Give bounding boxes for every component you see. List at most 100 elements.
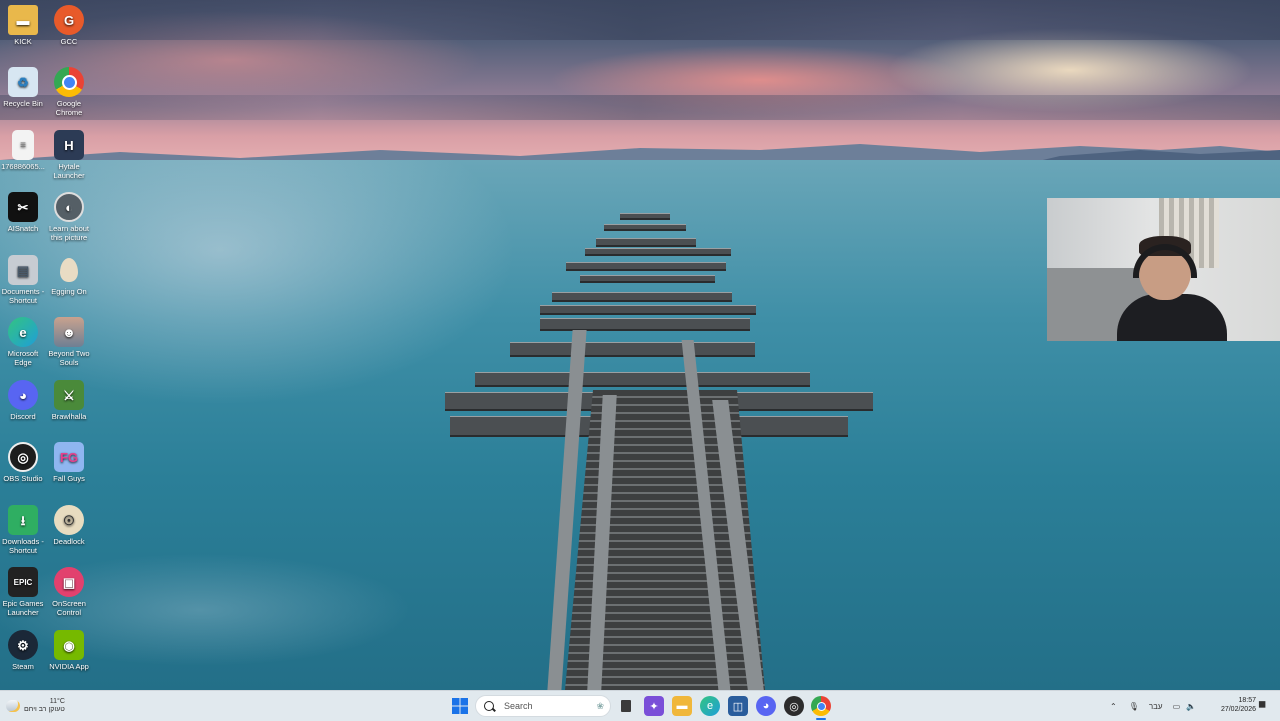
desktop-icon-label: Discord: [10, 412, 36, 421]
desktop-icon-label: Microsoft Edge: [7, 349, 39, 367]
brawlhalla-icon: ⚔: [54, 380, 84, 410]
system-tray: ⌃ 🎙 עבר ▭ 🔈: [1110, 691, 1196, 721]
desktop-icon-learn-about-this-picture[interactable]: ◐ Learn about this picture: [46, 192, 92, 242]
desktop-icon-label: Brawlhalla: [51, 412, 87, 421]
desktop-icon-label: Steam: [12, 662, 34, 671]
desktop-icon-onscreen-control[interactable]: ▣ OnScreen Control: [46, 567, 92, 617]
windows-start-icon: [452, 698, 468, 714]
network-icon[interactable]: ▭: [1173, 702, 1181, 711]
edge-icon: e: [706, 700, 714, 712]
obs-taskbar-button[interactable]: ◎: [784, 696, 804, 716]
desktop-icon-epic-games-launcher[interactable]: EPIC Epic Games Launcher: [0, 567, 46, 617]
notification-bell-icon[interactable]: ◼: [1258, 699, 1266, 710]
desktop-icon-deadlock[interactable]: ☉ Deadlock: [46, 505, 92, 546]
chrome-icon: [54, 67, 84, 97]
task-view-icon: [621, 700, 631, 712]
desktop-icon-brawlhalla[interactable]: ⚔ Brawlhalla: [46, 380, 92, 421]
desktop-icon-label: Hytale Launcher: [53, 162, 85, 180]
taskbar: 11°C טעוקן רב ויחם Search ❀ ✦ ▬ e ◫ ◕ ◎ …: [0, 690, 1280, 721]
gcc-icon: G: [54, 5, 84, 35]
desktop-icon-nvidia-app[interactable]: ◉ NVIDIA App: [46, 630, 92, 671]
desktop-icon-label: Documents - Shortcut: [1, 287, 45, 305]
desktop-icon-beyond-two-souls[interactable]: ☻ Beyond Two Souls: [46, 317, 92, 367]
file-icon: ≡: [12, 130, 34, 160]
desktop-icon-label: Fall Guys: [53, 474, 85, 483]
desktop-icon-google-chrome[interactable]: Google Chrome: [46, 67, 92, 117]
file-explorer-button[interactable]: ▬: [672, 696, 692, 716]
desktop-icon-label: NVIDIA App: [49, 662, 89, 671]
learn-picture-icon: ◐: [54, 192, 84, 222]
edge-icon: e: [8, 317, 38, 347]
desktop-icon-downloads[interactable]: ⭳ Downloads - Shortcut: [0, 505, 46, 555]
edge-taskbar-button[interactable]: e: [700, 696, 720, 716]
obs-icon: ◎: [789, 700, 799, 713]
desktop-icon-hytale-launcher[interactable]: H Hytale Launcher: [46, 130, 92, 180]
desktop-icon-microsoft-edge[interactable]: e Microsoft Edge: [0, 317, 46, 367]
desktop-icon-label: Deadlock: [53, 537, 85, 546]
folder-icon: ▬: [8, 5, 38, 35]
desktop-wallpaper: [0, 0, 1280, 690]
fall-guys-icon: FG: [54, 442, 84, 472]
recycle-bin-icon: ♻: [8, 67, 38, 97]
desktop-icon-aisnatch[interactable]: ✂ AISnatch: [0, 192, 46, 233]
search-highlight-icon: ❀: [596, 700, 604, 711]
desktop-icon-label: KICK: [14, 37, 32, 46]
weather-widget[interactable]: 11°C טעוקן רב ויחם: [6, 695, 65, 717]
clock-date: 27/02/2026: [1220, 706, 1256, 713]
desktop-icon-label: Google Chrome: [55, 99, 83, 117]
obs-icon: ◎: [8, 442, 38, 472]
search-placeholder: Search: [504, 701, 533, 711]
desktop-icon-documents[interactable]: ▤ Documents - Shortcut: [0, 255, 46, 305]
discord-taskbar-button[interactable]: ◕: [756, 696, 776, 716]
store-button[interactable]: ◫: [728, 696, 748, 716]
desktop-icon-discord[interactable]: ◕ Discord: [0, 380, 46, 421]
desktop-icon-label: OnScreen Control: [52, 599, 86, 617]
desktop-icon-kick[interactable]: ▬ KICK: [0, 5, 46, 46]
nvidia-icon: ◉: [54, 630, 84, 660]
volume-icon[interactable]: 🔈: [1186, 702, 1196, 711]
desktop-icon-fall-guys[interactable]: FG Fall Guys: [46, 442, 92, 483]
weather-text: 11°C טעוקן רב ויחם: [24, 698, 65, 714]
microphone-icon[interactable]: 🎙: [1129, 702, 1139, 711]
desktop-icon-label: OBS Studio: [3, 474, 43, 483]
hytale-icon: H: [54, 130, 84, 160]
tray-overflow-chevron-icon[interactable]: ⌃: [1110, 702, 1117, 711]
desktop-icon-steam[interactable]: ⚙ Steam: [0, 630, 46, 671]
search-icon: [484, 701, 494, 711]
desktop-icon-obs-studio[interactable]: ◎ OBS Studio: [0, 442, 46, 483]
discord-icon: ◕: [762, 700, 770, 712]
file-explorer-icon: ▬: [676, 700, 688, 712]
copilot-icon: ✦: [649, 700, 659, 713]
desktop-icon-label: AISnatch: [7, 224, 39, 233]
downloads-icon: ⭳: [8, 505, 38, 535]
steam-icon: ⚙: [8, 630, 38, 660]
desktop-icon-file[interactable]: ≡ 176886065...: [0, 130, 46, 171]
taskbar-search[interactable]: Search ❀: [475, 695, 611, 717]
deadlock-icon: ☉: [54, 505, 84, 535]
start-button[interactable]: [450, 696, 470, 716]
game-icon: ☻: [54, 317, 84, 347]
chrome-taskbar-button[interactable]: [811, 696, 831, 716]
chrome-icon: [816, 701, 826, 711]
desktop-icon-recycle-bin[interactable]: ♻ Recycle Bin: [0, 67, 46, 108]
desktop-icon-egging-on[interactable]: Egging On: [46, 255, 92, 296]
webcam-overlay: [1047, 198, 1280, 341]
task-view-button[interactable]: [616, 696, 636, 716]
store-icon: ◫: [732, 700, 744, 713]
copilot-button[interactable]: ✦: [644, 696, 664, 716]
taskbar-clock[interactable]: 18:57 27/02/2026: [1208, 696, 1256, 714]
documents-icon: ▤: [8, 255, 38, 285]
desktop-icon-label: Learn about this picture: [48, 224, 90, 242]
egg-icon: [54, 255, 84, 285]
desktop-icon-gcc[interactable]: G GCC: [46, 5, 92, 46]
desktop-icon-label: 176886065...: [1, 162, 45, 171]
sky: [0, 0, 1280, 170]
epic-games-icon: EPIC: [8, 567, 38, 597]
cloud-sun-icon: [6, 700, 20, 712]
discord-icon: ◕: [8, 380, 38, 410]
onscreen-control-icon: ▣: [54, 567, 84, 597]
weather-temp: 11°C: [49, 698, 65, 705]
desktop-icon-label: Egging On: [51, 287, 87, 296]
desktop-icon-label: Recycle Bin: [3, 99, 43, 108]
input-language[interactable]: עבר: [1149, 702, 1163, 711]
